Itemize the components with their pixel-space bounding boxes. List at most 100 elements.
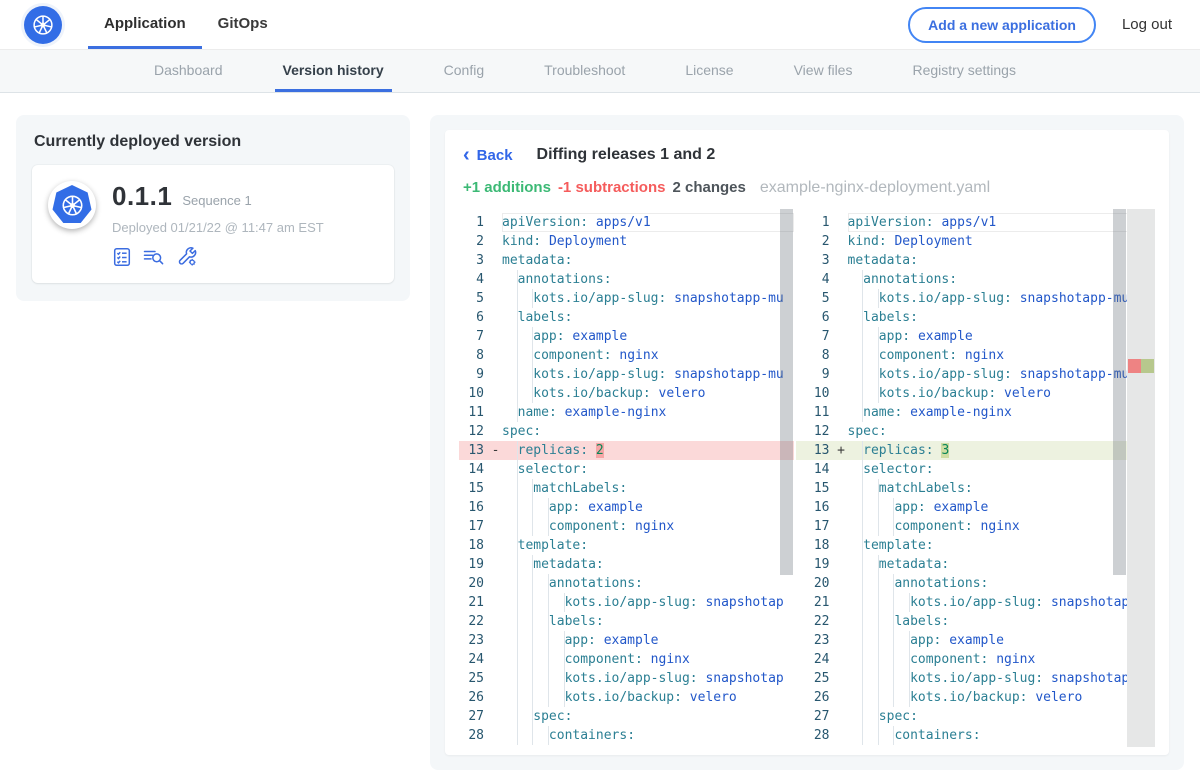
diff-sign [489,422,502,441]
diff-sign [835,593,848,612]
indent-guide [848,574,864,593]
indent-guide [848,536,864,555]
code-line-19: 19metadata: [459,555,794,574]
code-text: labels: [848,612,1155,631]
diff-sign [489,213,502,232]
indent-guide [549,669,565,688]
indent-guide [518,650,534,669]
subnav-item-license[interactable]: License [677,50,741,92]
diff-sign: + [835,441,848,460]
code-line-23: 23app: example [796,631,1155,650]
subnav-item-config[interactable]: Config [436,50,492,92]
diff-sign [489,688,502,707]
indent-guide [879,726,895,745]
tab-application[interactable]: Application [88,0,202,49]
line-number: 17 [805,517,835,536]
edit-config-icon[interactable] [176,246,198,267]
code-text: metadata: [848,555,1155,574]
diff-sign [489,403,502,422]
diff-panel: ‹ Back Diffing releases 1 and 2 +1 addit… [430,115,1184,770]
subnav-item-version-history[interactable]: Version history [275,50,392,92]
indent-guide [863,555,879,574]
code-text: annotations: [502,270,794,289]
indent-guide [848,441,864,460]
line-number: 25 [805,669,835,688]
diff-sign [489,555,502,574]
line-number: 25 [459,669,489,688]
code-line-19: 19metadata: [796,555,1155,574]
code-text: replicas: 3 [848,441,1155,460]
line-number: 26 [459,688,489,707]
preflight-checks-icon[interactable] [112,247,132,267]
diff-sign [489,289,502,308]
code-text: kots.io/app-slug: snapshotapp-mu [502,365,794,384]
diff-sign [835,251,848,270]
diff-sign [835,650,848,669]
code-line-3: 3metadata: [796,251,1155,270]
code-text: spec: [848,422,1155,441]
line-number: 3 [459,251,489,270]
kubernetes-logo[interactable] [24,6,62,44]
code-line-1: 1apiVersion: apps/v1 [459,213,794,232]
diff-sign [489,707,502,726]
tab-gitops[interactable]: GitOps [202,0,284,49]
code-line-10: 10kots.io/backup: velero [796,384,1155,403]
code-line-14: 14selector: [796,460,1155,479]
line-number: 21 [805,593,835,612]
indent-guide [894,593,910,612]
overview-ruler[interactable] [1127,209,1155,747]
logout-button[interactable]: Log out [1122,16,1172,33]
indent-guide [894,669,910,688]
back-link[interactable]: ‹ Back [463,147,513,164]
subnav-item-view-files[interactable]: View files [786,50,861,92]
indent-guide [518,346,534,365]
diff-sign [489,346,502,365]
line-number: 23 [805,631,835,650]
code-line-28: 28containers: [459,726,794,745]
indent-guide [879,593,895,612]
code-text: kind: Deployment [848,232,1155,251]
code-line-24: 24component: nginx [796,650,1155,669]
code-line-17: 17component: nginx [459,517,794,536]
code-text: replicas: 2 [502,441,794,460]
code-line-12: 12spec: [459,422,794,441]
line-number: 8 [459,346,489,365]
line-number: 4 [805,270,835,289]
indent-guide [848,707,864,726]
code-text: app: example [502,498,794,517]
indent-guide [863,593,879,612]
line-number: 12 [805,422,835,441]
diff-sign [489,517,502,536]
code-line-22: 22labels: [459,612,794,631]
code-text: selector: [848,460,1155,479]
indent-guide [502,441,518,460]
code-line-7: 7app: example [459,327,794,346]
code-text: kots.io/backup: velero [848,688,1155,707]
code-line-5: 5kots.io/app-slug: snapshotapp-mu [796,289,1155,308]
indent-guide [502,403,518,422]
subnav-item-dashboard[interactable]: Dashboard [146,50,231,92]
code-text: kots.io/backup: velero [502,384,794,403]
scrollbar-thumb[interactable] [1113,209,1126,575]
indent-guide [502,574,518,593]
scrollbar-thumb[interactable] [780,209,793,575]
code-line-18: 18template: [796,536,1155,555]
code-text: metadata: [848,251,1155,270]
view-logs-icon[interactable] [143,247,165,267]
kubernetes-heptagon [52,185,92,225]
indent-guide [863,707,879,726]
code-text: labels: [502,612,794,631]
diff-pane-modified: 1apiVersion: apps/v12kind: Deployment3me… [796,209,1155,747]
indent-guide [848,270,864,289]
add-application-button[interactable]: Add a new application [908,7,1096,43]
line-number: 9 [459,365,489,384]
code-text: component: nginx [502,650,794,669]
diff-sign [835,460,848,479]
kubernetes-wheel-icon [59,192,86,219]
indent-guide [502,612,518,631]
subnav-item-registry-settings[interactable]: Registry settings [904,50,1023,92]
indent-guide [894,688,910,707]
indent-guide [518,517,534,536]
indent-guide [848,593,864,612]
subnav-item-troubleshoot[interactable]: Troubleshoot [536,50,633,92]
